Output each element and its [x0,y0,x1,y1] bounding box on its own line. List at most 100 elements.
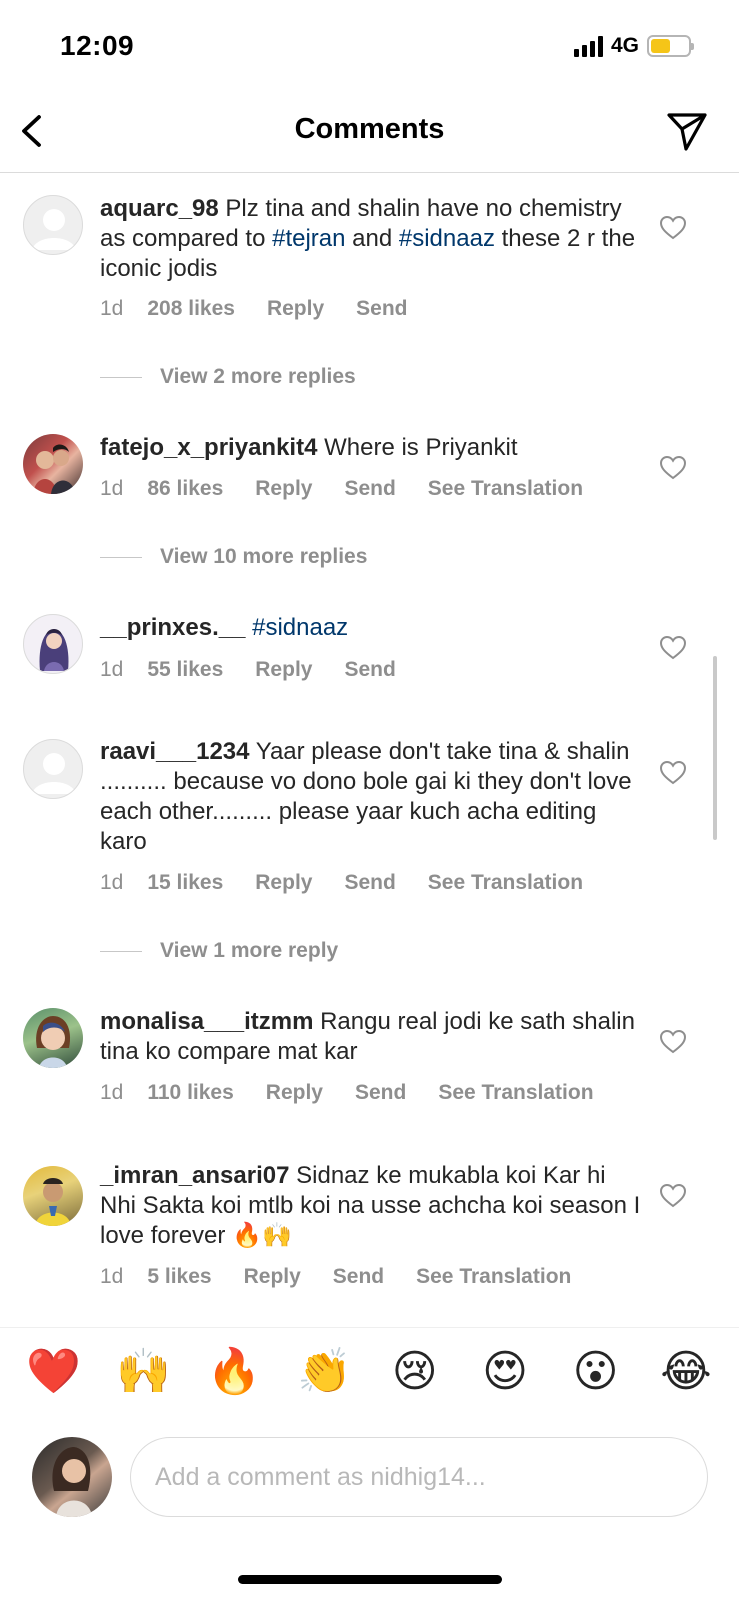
comment-text: and [345,225,399,252]
comment-username[interactable]: aquarc_98 [100,195,219,222]
profile-photo [36,1016,71,1068]
profile-photo [52,1447,92,1517]
comment-actions: 1d 55 likes Reply Send [100,658,396,682]
send-button[interactable]: Send [355,1081,406,1105]
status-bar: 12:09 4G [0,0,739,95]
divider-line [100,556,142,558]
comment-body: _imran_ansari07 Sidnaz ke mukabla koi Ka… [100,1161,645,1251]
signal-icon [573,35,603,57]
network-type: 4G [610,34,639,57]
send-button[interactable]: Send [344,658,395,682]
comments-list[interactable]: aquarc_98 Plz tina and shalin have no ch… [0,174,739,1326]
avatar[interactable] [23,614,83,674]
likes-count[interactable]: 15 likes [147,871,223,895]
comment-age: 1d [100,297,124,320]
emoji-heart-eyes-button[interactable]: 😍 [478,1345,532,1399]
comment-text: Where is Priyankit [324,434,518,461]
emoji-crying-button[interactable]: 😢 [388,1345,442,1399]
emoji-fire-button[interactable]: 🔥 [207,1345,262,1399]
see-translation-button[interactable]: See Translation [428,871,583,895]
reply-button[interactable]: Reply [255,871,312,895]
comment-actions: 1d 110 likes Reply Send See Translation [100,1081,594,1105]
comment-body: raavi___1234 Yaar please don't take tina… [100,737,645,857]
emoji-clap-button[interactable]: 👏 [297,1345,352,1399]
comment-body: fatejo_x_priyankit4 Where is Priyankit [100,433,645,463]
send-button[interactable]: Send [344,871,395,895]
emoji-quick-bar: ❤️ 🙌 🔥 👏 😢 😍 😮 😂 [0,1327,739,1415]
like-heart-icon[interactable] [660,1184,686,1208]
send-button[interactable]: Send [344,477,395,501]
emoji-heart-button[interactable]: ❤️ [26,1345,81,1399]
likes-count[interactable]: 5 likes [147,1265,211,1289]
comment-age: 1d [100,477,124,500]
status-indicators: 4G [573,34,694,58]
comment-actions: 1d 86 likes Reply Send See Translation [100,477,583,501]
avatar[interactable] [23,434,83,494]
profile-photo [33,444,75,494]
likes-count[interactable]: 208 likes [147,297,235,321]
likes-count[interactable]: 86 likes [147,477,223,501]
view-replies-button[interactable]: View 2 more replies [100,365,356,389]
likes-count[interactable]: 55 likes [147,658,223,682]
status-time: 12:09 [60,30,135,61]
emoji-laughing-button[interactable]: 😂 [659,1345,713,1399]
current-user-avatar [32,1437,112,1517]
avatar[interactable] [23,1008,83,1068]
like-heart-icon[interactable] [660,761,686,785]
send-button[interactable]: Send [333,1265,384,1289]
default-avatar-icon [32,753,76,794]
comment-body: monalisa___itzmm Rangu real jodi ke sath… [100,1007,645,1067]
see-translation-button[interactable]: See Translation [428,477,583,501]
hashtag-link[interactable]: #sidnaaz [399,225,495,252]
direct-send-icon[interactable] [665,109,709,153]
like-heart-icon[interactable] [660,1030,686,1054]
comment-age: 1d [100,658,124,681]
comment-actions: 1d 208 likes Reply Send [100,297,407,321]
see-translation-button[interactable]: See Translation [416,1265,571,1289]
like-heart-icon[interactable] [660,636,686,660]
see-translation-button[interactable]: See Translation [438,1081,593,1105]
battery-icon [647,35,694,57]
default-avatar-icon [32,209,76,250]
avatar[interactable] [23,739,83,799]
avatar[interactable] [23,1166,83,1226]
like-heart-icon[interactable] [660,216,686,240]
avatar[interactable] [23,195,83,255]
profile-illustration [39,629,69,671]
reply-button[interactable]: Reply [267,297,324,321]
emoji-surprised-button[interactable]: 😮 [569,1345,623,1399]
comment-username[interactable]: raavi___1234 [100,738,249,765]
comment-input[interactable] [130,1437,708,1517]
comment-username[interactable]: _imran_ansari07 [100,1162,289,1189]
likes-count[interactable]: 110 likes [147,1081,233,1105]
view-replies-button[interactable]: View 10 more replies [100,545,367,569]
profile-photo [35,1178,71,1226]
comments-header: Comments [0,95,739,173]
reply-button[interactable]: Reply [244,1265,301,1289]
comment-body: __prinxes.__ #sidnaaz [100,613,645,643]
comment-actions: 1d 5 likes Reply Send See Translation [100,1265,571,1289]
home-indicator[interactable] [238,1575,502,1584]
divider-line [100,376,142,378]
view-replies-label: View 1 more reply [160,939,339,962]
comment-actions: 1d 15 likes Reply Send See Translation [100,871,583,895]
scrollbar[interactable] [713,656,717,840]
hashtag-link[interactable]: #tejran [272,225,345,252]
comment-username[interactable]: monalisa___itzmm [100,1008,313,1035]
send-button[interactable]: Send [356,297,407,321]
emoji-raised-hands-button[interactable]: 🙌 [116,1345,171,1399]
comment-age: 1d [100,1081,124,1104]
hashtag-link[interactable]: #sidnaaz [252,614,348,641]
comment-username[interactable]: fatejo_x_priyankit4 [100,434,317,461]
comment-composer [0,1420,739,1530]
divider-line [100,950,142,952]
like-heart-icon[interactable] [660,456,686,480]
view-replies-button[interactable]: View 1 more reply [100,939,338,963]
comment-username[interactable]: __prinxes.__ [100,614,245,641]
reply-button[interactable]: Reply [255,477,312,501]
view-replies-label: View 10 more replies [160,545,368,568]
view-replies-label: View 2 more replies [160,365,356,388]
reply-button[interactable]: Reply [255,658,312,682]
reply-button[interactable]: Reply [266,1081,323,1105]
comment-age: 1d [100,871,124,894]
